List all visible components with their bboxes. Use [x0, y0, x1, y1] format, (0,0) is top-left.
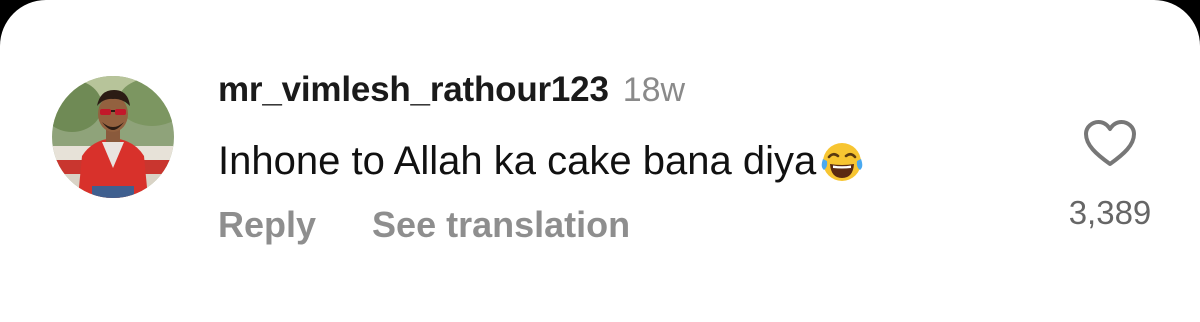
username[interactable]: mr_vimlesh_rathour123: [218, 70, 609, 110]
see-translation-button[interactable]: See translation: [372, 204, 630, 246]
like-section: 3,389: [1058, 118, 1162, 232]
like-count: 3,389: [1068, 194, 1152, 231]
avatar[interactable]: [52, 76, 174, 198]
heart-outline-icon[interactable]: [1082, 118, 1138, 168]
avatar-photo: [52, 76, 174, 198]
timestamp: 18w: [622, 71, 686, 109]
reply-button[interactable]: Reply: [218, 204, 316, 246]
comment-text: Inhone to Allah ka cake bana diya: [218, 138, 817, 183]
comments-sheet: mr_vimlesh_rathour123 18w Inhone to Alla…: [0, 0, 1200, 322]
face-with-tears-of-joy-icon: [821, 143, 863, 181]
comment-item: mr_vimlesh_rathour123 18w Inhone to Alla…: [0, 0, 1200, 322]
comment-body: Inhone to Allah ka cake bana diya: [218, 137, 866, 185]
comment-actions: Reply See translation: [218, 204, 630, 246]
comment-header: mr_vimlesh_rathour123 18w: [218, 70, 685, 120]
